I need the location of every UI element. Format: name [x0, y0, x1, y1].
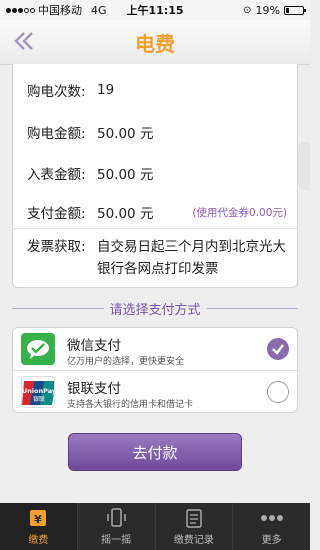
tab-more[interactable]: 更多: [233, 503, 310, 550]
unionpay-icon: UnionPay 银联: [21, 376, 55, 408]
payment-option-name: 银联支付: [67, 381, 121, 397]
network-type: 4G: [91, 3, 107, 17]
record-icon: [182, 507, 206, 529]
paid-amount-value: 50.00 元: [97, 206, 154, 222]
meter-amount-value: 50.00 元: [97, 167, 154, 183]
meter-amount-label: 入表金额:: [27, 167, 86, 183]
nav-header: 电费: [0, 20, 310, 65]
coupon-note: (使用代金券0.00元): [192, 206, 287, 219]
meter-amount-row: 入表金额: 50.00 元: [27, 163, 287, 183]
purchase-amount-row: 购电金额: 50.00 元: [27, 122, 287, 142]
tab-label: 更多: [261, 535, 282, 546]
alarm-icon: ⊙: [243, 4, 252, 16]
payment-option-unionpay[interactable]: UnionPay 银联 银联支付 支持各大银行的信用卡和借记卡: [13, 371, 297, 412]
carrier: 中国移动: [38, 4, 82, 17]
divider: [206, 307, 299, 309]
battery-icon: [284, 5, 306, 15]
payment-section-title: 请选择支付方式: [109, 302, 201, 318]
paid-amount-label: 支付金额:: [27, 206, 86, 222]
payment-option-name: 微信支付: [67, 338, 121, 354]
invoice-value: 自交易日起三个月内到北京光大银行各网点打印发票: [97, 239, 286, 277]
purchase-count-row: 购电次数: 19: [27, 80, 287, 100]
page-title: 电费: [135, 32, 175, 56]
more-icon: [260, 507, 284, 529]
payment-icon: ¥: [26, 507, 50, 529]
purchase-amount-label: 购电金额:: [27, 126, 86, 142]
signal-icon: [6, 7, 35, 13]
purchase-amount-value: 50.00 元: [97, 126, 154, 142]
phone-shake-icon: [104, 507, 128, 529]
battery-percent: 19%: [255, 3, 280, 17]
payment-methods-card: 微信支付 亿万用户的选择，更快更安全 UnionPay 银联 银联支付 支持各大…: [12, 327, 298, 413]
radio-selected[interactable]: [267, 338, 289, 360]
payment-option-wechat[interactable]: 微信支付 亿万用户的选择，更快更安全: [13, 328, 297, 371]
svg-text:¥: ¥: [35, 513, 43, 526]
payment-section-header: 请选择支付方式: [12, 297, 299, 319]
side-drawer-handle[interactable]: [298, 142, 310, 190]
paid-amount-row: 支付金额: 50.00 元 (使用代金券0.00元): [27, 202, 287, 222]
pay-button[interactable]: 去付款: [68, 433, 242, 471]
bottom-tab-bar: ¥ 缴费 摇一摇 缴费记录 更多: [0, 503, 310, 550]
divider: [12, 307, 104, 309]
tab-label: 缴费: [28, 535, 49, 546]
tab-label: 缴费记录: [173, 535, 214, 546]
invoice-label: 发票获取:: [27, 239, 86, 255]
svg-text:银联: 银联: [33, 395, 45, 403]
payment-option-desc: 支持各大银行的信用卡和借记卡: [67, 400, 194, 410]
check-icon: [272, 344, 284, 355]
status-bar: 中国移动 4G 上午11:15 ⊙ 19%: [0, 0, 310, 20]
tab-label: 摇一摇: [101, 535, 132, 546]
divider: [13, 228, 297, 229]
order-details-card: 购电次数: 19 购电金额: 50.00 元 入表金额: 50.00 元 支付金…: [12, 64, 298, 288]
payment-option-desc: 亿万用户的选择，更快更安全: [67, 357, 185, 367]
radio-unselected[interactable]: [267, 381, 289, 403]
invoice-row: 发票获取: 自交易日起三个月内到北京光大银行各网点打印发票: [27, 236, 287, 280]
tab-shake[interactable]: 摇一摇: [78, 503, 156, 550]
wechat-pay-icon: [21, 333, 55, 365]
purchase-count-value: 19: [97, 82, 115, 98]
svg-text:UnionPay: UnionPay: [22, 387, 55, 395]
purchase-count-label: 购电次数:: [27, 84, 86, 100]
tab-records[interactable]: 缴费记录: [156, 503, 234, 550]
tab-payment[interactable]: ¥ 缴费: [0, 503, 78, 550]
